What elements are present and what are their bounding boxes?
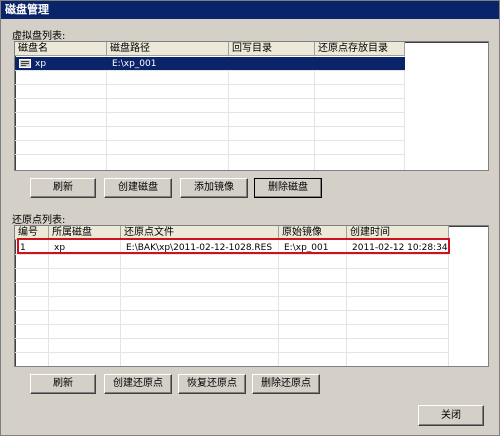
grid-line [404,56,405,170]
grid-line [15,282,449,283]
restore-restore-point-button[interactable]: 恢复还原点 [178,374,246,394]
delete-disk-button[interactable]: 删除磁盘 [254,178,322,198]
add-image-button[interactable]: 添加镜像 [180,178,248,198]
grid-line [120,240,121,366]
vdisk-refresh-button[interactable]: 刷新 [30,178,96,198]
grid-line [15,296,449,297]
grid-line [15,98,405,99]
disk-management-window: 磁盘管理 虚拟盘列表: 磁盘名 磁盘路径 回写目录 还原点存放目录 xp E:\… [0,0,500,436]
grid-line [15,112,405,113]
grid-line [15,338,449,339]
grid-line [15,70,405,71]
grid-line [15,352,449,353]
create-restore-point-button[interactable]: 创建还原点 [104,374,172,394]
create-disk-button[interactable]: 创建磁盘 [104,178,172,198]
grid-line [106,56,107,170]
restore-refresh-button[interactable]: 刷新 [30,374,96,394]
vdisk-name-cell: xp [35,59,47,69]
vdisk-col-writeback[interactable]: 回写目录 [229,42,315,56]
grid-line [15,84,405,85]
vdisk-col-name[interactable]: 磁盘名 [15,42,107,56]
vdisk-list[interactable]: 磁盘名 磁盘路径 回写目录 还原点存放目录 xp E:\xp_001 [14,41,489,171]
grid-line [314,56,315,170]
delete-restore-point-button[interactable]: 删除还原点 [252,374,320,394]
row-highlight-annotation [17,238,450,254]
vdisk-row-selection [15,57,405,70]
restore-list-label: 还原点列表: [12,215,66,226]
grid-line [15,310,449,311]
grid-line [15,154,405,155]
grid-line [15,140,405,141]
close-button[interactable]: 关闭 [418,405,484,426]
grid-line [15,126,405,127]
grid-line [448,240,449,366]
vdisk-col-restore-dir[interactable]: 还原点存放目录 [315,42,405,56]
grid-line [346,240,347,366]
grid-line [15,324,449,325]
grid-line [15,268,449,269]
grid-line [48,240,49,366]
grid-line [278,240,279,366]
vdisk-path-cell: E:\xp_001 [112,59,157,69]
grid-line [228,56,229,170]
disk-icon [19,59,31,68]
vdisk-list-label: 虚拟盘列表: [12,31,66,42]
vdisk-col-path[interactable]: 磁盘路径 [107,42,229,56]
grid-line [15,254,449,255]
window-title: 磁盘管理 [1,1,499,19]
